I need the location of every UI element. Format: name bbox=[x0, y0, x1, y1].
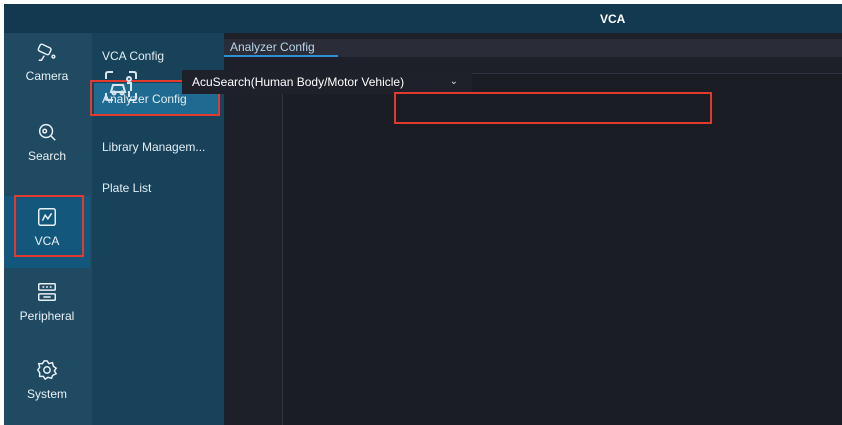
nav-item-label: Camera bbox=[25, 69, 69, 83]
gear-icon bbox=[36, 360, 58, 381]
highlight-analyzer-select bbox=[394, 92, 712, 124]
nav-item-label: Peripheral bbox=[19, 309, 75, 323]
tab-bar: Analyzer Config bbox=[224, 39, 842, 57]
analyzer-type-value: AcuSearch(Human Body/Motor Vehicle) bbox=[192, 75, 405, 89]
sub-item-library-management[interactable]: Library Managem... bbox=[102, 140, 205, 154]
nav-item-search[interactable]: Search bbox=[4, 121, 90, 197]
title-bar: VCA bbox=[4, 4, 842, 33]
camera-icon bbox=[37, 43, 56, 61]
peripheral-icon bbox=[38, 283, 56, 301]
app-window: VCA Camera Search VCA Peripheral System … bbox=[4, 4, 842, 425]
chevron-down-icon: ⌄ bbox=[449, 76, 458, 87]
nav-item-label: System bbox=[26, 387, 67, 401]
nav-item-peripheral[interactable]: Peripheral bbox=[4, 281, 90, 357]
nav-item-system[interactable]: System bbox=[4, 359, 90, 425]
window-title: VCA bbox=[600, 11, 626, 26]
search-icon bbox=[38, 123, 56, 141]
nav-item-camera[interactable]: Camera bbox=[4, 41, 90, 117]
nav-item-label: Search bbox=[27, 149, 67, 163]
analyzer-type-select[interactable]: AcuSearch(Human Body/Motor Vehicle) ⌄ bbox=[182, 70, 472, 94]
highlight-vca bbox=[14, 195, 84, 257]
config-panel bbox=[282, 73, 842, 425]
tab-analyzer-config[interactable]: Analyzer Config bbox=[224, 39, 338, 57]
sub-item-vca-config[interactable]: VCA Config bbox=[102, 49, 164, 63]
sub-item-plate-list[interactable]: Plate List bbox=[102, 181, 151, 195]
analyzer-icon bbox=[105, 71, 137, 101]
